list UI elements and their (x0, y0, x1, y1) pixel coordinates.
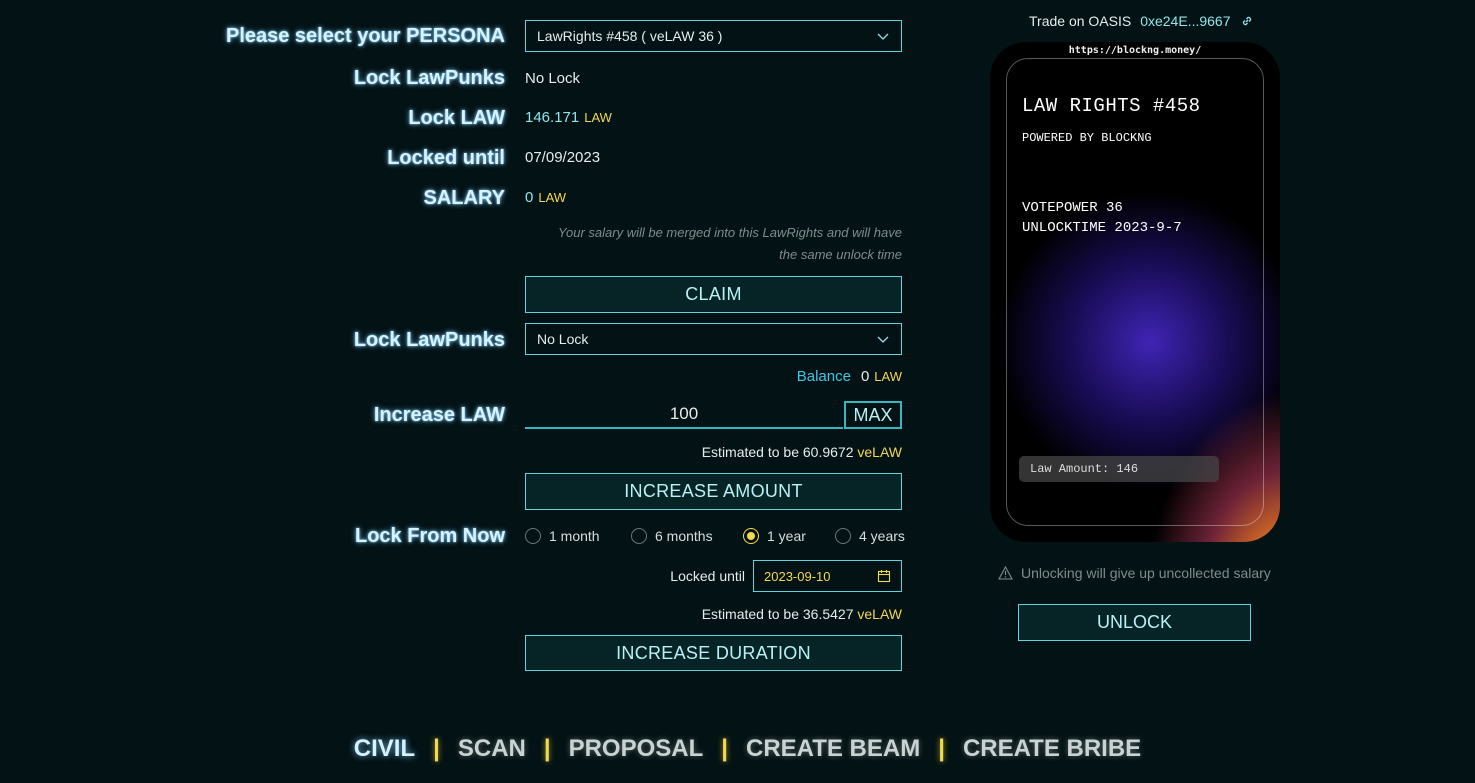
radio-circle (631, 528, 647, 544)
locked-until-value: 07/09/2023 (525, 149, 601, 166)
balance-value: 0 (860, 368, 870, 385)
balance-unit: LAW (874, 369, 902, 384)
persona-select-value: LawRights #458 ( veLAW 36 ) (537, 28, 723, 44)
increase-duration-button[interactable]: INCREASE DURATION (525, 635, 902, 671)
locked-until-label: Locked until (387, 147, 505, 169)
nav-separator: | (543, 735, 551, 762)
estimate-duration: Estimated to be 36.5427 veLAW (702, 606, 902, 622)
nav-item-create-bribe[interactable]: CREATE BRIBE (963, 735, 1141, 763)
lock-law-value: 146.171 (525, 109, 580, 126)
salary-unit: LAW (538, 190, 567, 205)
salary-value-row: 0 LAW (525, 189, 566, 206)
nav-item-create-beam[interactable]: CREATE BEAM (746, 735, 920, 763)
nav-separator: | (433, 735, 440, 762)
estimate-amount: Estimated to be 60.9672 veLAW (702, 444, 902, 460)
duration-label: 1 year (767, 528, 806, 544)
lock-from-now-label: Lock From Now (354, 525, 505, 547)
locked-until-date-input[interactable]: 2023-09-10 (753, 560, 902, 592)
trade-address-link[interactable]: 0xe24E...9667 (1140, 13, 1230, 29)
salary-note-line-1: Your salary will be merged into this Law… (558, 225, 902, 240)
duration-label: 1 month (549, 528, 600, 544)
duration-label: 6 months (655, 528, 713, 544)
lock-lawpunks-select-label: Lock LawPunks (353, 329, 505, 351)
nav-item-scan[interactable]: SCAN (458, 735, 526, 763)
salary-label: SALARY (423, 187, 505, 209)
nft-card-votepower: VOTEPOWER 36 (1022, 200, 1123, 216)
lock-law-label: Lock LAW (408, 107, 505, 129)
salary-note-line-2: the same unlock time (779, 247, 902, 262)
nft-card-unlocktime: UNLOCKTIME 2023-9-7 (1022, 220, 1182, 236)
nav-item-civil[interactable]: CIVIL (354, 735, 415, 763)
trade-on-oasis: Trade on OASIS 0xe24E...9667 (1029, 13, 1254, 29)
unlock-warning-text: Unlocking will give up uncollected salar… (1021, 565, 1271, 581)
calendar-icon (877, 570, 891, 583)
increase-amount-button[interactable]: INCREASE AMOUNT (525, 473, 902, 510)
nav-item-proposal[interactable]: PROPOSAL (569, 735, 704, 763)
estimate-duration-text: Estimated to be 36.5427 (701, 606, 854, 622)
persona-select[interactable]: LawRights #458 ( veLAW 36 ) (525, 20, 902, 52)
unlock-button[interactable]: UNLOCK (1018, 604, 1251, 641)
nft-card-url: https://blockng.money/ (1068, 45, 1202, 56)
duration-radio-1-year[interactable]: 1 year (743, 528, 806, 544)
estimate-amount-text: Estimated to be 60.9672 (701, 444, 854, 460)
lock-lawpunks-select-value: No Lock (537, 331, 589, 347)
warning-icon (998, 566, 1013, 580)
bottom-nav: CIVIL | SCAN | PROPOSAL | CREATE BEAM | … (0, 735, 1475, 763)
duration-radio-4-years[interactable]: 4 years (835, 528, 905, 544)
duration-radio-1-month[interactable]: 1 month (525, 528, 600, 544)
radio-circle (525, 528, 541, 544)
unlock-warning: Unlocking will give up uncollected salar… (998, 565, 1271, 581)
estimate-duration-unit: veLAW (857, 606, 902, 622)
balance-row: Balance 0 LAW (797, 368, 902, 385)
increase-law-label: Increase LAW (373, 404, 505, 426)
nav-separator: | (938, 735, 945, 762)
locked-until-date-value: 2023-09-10 (764, 568, 831, 584)
trade-label: Trade on OASIS (1029, 13, 1132, 29)
lock-lawpunks-value: No Lock (525, 70, 581, 87)
nft-card: https://blockng.money/ LAW RIGHTS #458 P… (990, 42, 1280, 542)
balance-label: Balance (796, 368, 851, 385)
radio-circle-selected (743, 528, 759, 544)
link-icon[interactable] (1240, 14, 1254, 28)
persona-label: Please select your PERSONA (225, 25, 505, 47)
salary-note: Your salary will be merged into this Law… (525, 222, 902, 266)
new-locked-until-label: Locked until (670, 568, 745, 584)
nft-card-amount: Law Amount: 146 (1019, 456, 1219, 482)
chevron-down-icon (877, 33, 889, 40)
increase-law-input[interactable]: 100 (525, 401, 843, 429)
nft-card-powered-by: POWERED BY BLOCKNG (1022, 131, 1152, 145)
duration-radio-6-months[interactable]: 6 months (631, 528, 713, 544)
lock-law-unit: LAW (584, 110, 612, 125)
nft-card-title: LAW RIGHTS #458 (1022, 95, 1201, 117)
lock-lawpunks-label: Lock LawPunks (353, 67, 505, 89)
nav-separator: | (721, 735, 728, 762)
claim-button[interactable]: CLAIM (525, 276, 902, 313)
lock-lawpunks-select[interactable]: No Lock (525, 323, 902, 355)
salary-value: 0 (525, 189, 534, 206)
estimate-amount-unit: veLAW (857, 444, 902, 460)
max-button[interactable]: MAX (844, 401, 902, 429)
radio-circle (835, 528, 851, 544)
duration-label: 4 years (859, 528, 905, 544)
chevron-down-icon (877, 336, 889, 343)
lock-law-value-row: 146.171 LAW (525, 109, 612, 126)
